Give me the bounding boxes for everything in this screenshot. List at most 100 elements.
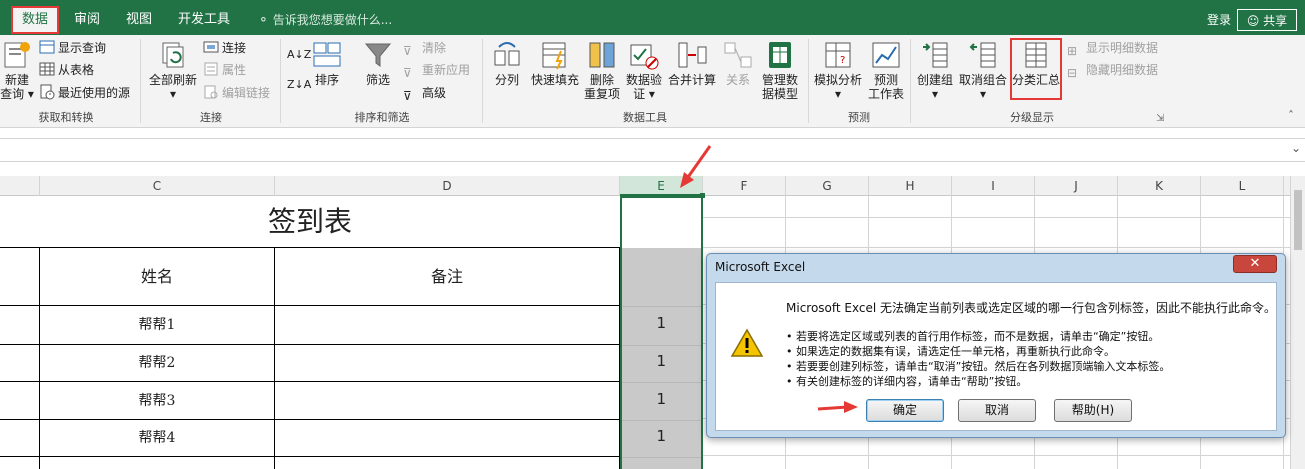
text-to-columns-button[interactable]: 分列 [490,39,524,109]
sort-za-button[interactable]: Z↓A [287,75,311,95]
filter-button[interactable]: 筛选 [360,39,396,109]
column-header-d[interactable]: D [275,176,620,196]
help-button[interactable]: 帮助(H) [1054,399,1132,422]
group-separator [910,39,911,123]
sort-icon [313,42,341,67]
tab-review[interactable]: 审阅 [66,6,108,34]
table-row-b[interactable] [0,382,40,420]
edit-links-button[interactable]: 编辑链接 [203,83,270,103]
relationships-button[interactable]: 关系 [720,39,756,109]
fill-handle[interactable] [700,193,705,198]
cell-b-header[interactable] [0,248,40,306]
login-link[interactable]: 登录 [1207,6,1231,34]
group-separator [808,39,809,123]
reapply-button[interactable]: ⊽ 重新应用 [403,60,470,80]
from-table-button[interactable]: 从表格 [39,60,94,80]
group-button[interactable]: 创建组 ▾ [914,39,956,109]
table-row-b[interactable] [0,420,40,457]
cancel-button[interactable]: 取消 [958,399,1036,422]
table-row-note[interactable] [275,420,620,457]
dialog-bullet-list: • 若要将选定区域或列表的首行用作标签，而不是数据，请单击“确定”按钮。 • 如… [786,329,1170,389]
table-row-note[interactable] [275,345,620,382]
table-row-note[interactable] [275,306,620,345]
group-label-outline: 分级显示 [1010,111,1054,124]
close-icon[interactable]: ✕ [1233,255,1277,273]
dialog-body: Microsoft Excel 无法确定当前列表或选定区域的哪一行包含列标签，因… [715,282,1277,431]
column-header-j[interactable]: J [1035,176,1118,196]
sheet-title-cell[interactable]: 签到表 [0,196,620,248]
column-header-k[interactable]: K [1118,176,1201,196]
remove-duplicates-button[interactable]: 删除 重复项 [584,39,620,109]
cell-e-value[interactable]: 1 [620,427,666,445]
text-to-columns-icon [494,42,520,66]
dialog-bullet: • 若要将选定区域或列表的首行用作标签，而不是数据，请单击“确定”按钮。 [786,330,1160,343]
group-label-connections: 连接 [200,111,222,124]
column-header-i[interactable]: I [952,176,1035,196]
subtotal-highlight-box [1010,38,1062,100]
vertical-scrollbar[interactable] [1290,176,1305,469]
table-row-name[interactable]: 帮帮3 [40,382,275,420]
ungroup-button[interactable]: 取消组合 ▾ [958,39,1008,109]
user-icon: ☺ [1246,14,1260,28]
refresh-all-button[interactable]: 全部刷新 ▾ [146,39,200,109]
sort-az-button[interactable]: A↓Z [287,45,311,65]
table-row-name[interactable]: 帮帮2 [40,345,275,382]
consolidate-button[interactable]: 合并计算 [666,39,718,109]
connections-button[interactable]: 连接 [203,38,246,58]
column-header-b[interactable] [0,176,40,196]
cell-e-value[interactable]: 1 [620,390,666,408]
dialog-launcher-icon[interactable]: ⇲ [1156,113,1164,124]
refresh-all-label: 全部刷新 [148,73,197,87]
table-row-b[interactable] [0,457,40,469]
scrollbar-thumb[interactable] [1294,190,1302,250]
ungroup-icon [969,42,996,68]
table-row-note[interactable] [275,382,620,420]
ribbon-gap [0,128,1305,138]
table-row-b[interactable] [0,345,40,382]
column-header-l[interactable]: L [1201,176,1284,196]
recent-sources-button[interactable]: 最近使用的源 [39,83,130,103]
properties-button[interactable]: 属性 [203,60,246,80]
table-row-b[interactable] [0,306,40,345]
new-query-button[interactable]: 新建 查询 ▾ [0,39,34,109]
table-row-note[interactable] [275,457,620,469]
column-header-h[interactable]: H [869,176,952,196]
share-button[interactable]: ☺ 共享 [1237,9,1297,31]
flash-fill-button[interactable]: 快速填充 [528,39,582,109]
table-row-name[interactable]: 帮帮4 [40,420,275,457]
show-detail-button[interactable]: ⊞ 显示明细数据 [1067,38,1158,58]
sort-button[interactable]: 排序 [310,39,344,109]
dialog-message: Microsoft Excel 无法确定当前列表或选定区域的哪一行包含列标签，因… [786,301,1277,315]
flash-fill-label: 快速填充 [530,73,579,87]
hide-detail-button[interactable]: ⊟ 隐藏明细数据 [1067,60,1158,80]
show-queries-button[interactable]: 显示查询 [39,38,106,58]
column-header-c[interactable]: C [40,176,275,196]
data-validation-button[interactable]: 数据验 证 ▾ [624,39,664,109]
header-name-cell[interactable]: 姓名 [40,248,275,306]
data-model-label-2: 据模型 [761,87,798,101]
warning-icon [730,328,764,357]
collapse-ribbon-icon[interactable]: ˆ [1288,109,1294,123]
tab-view[interactable]: 视图 [118,6,160,34]
text-to-columns-label: 分列 [494,73,519,87]
clear-filter-button[interactable]: ⊽ 清除 [403,38,446,58]
table-row-name[interactable]: 帮帮1 [40,306,275,345]
formula-bar[interactable]: ⌄ [0,138,1305,162]
forecast-sheet-button[interactable]: 预测 工作表 [866,39,906,109]
header-note-cell[interactable]: 备注 [275,248,620,306]
advanced-filter-button[interactable]: ⊽ 高级 [403,83,446,103]
clear-filter-icon: ⊽ [403,44,412,58]
column-header-g[interactable]: G [786,176,869,196]
cell-e-value[interactable]: 1 [620,314,666,332]
what-if-analysis-button[interactable]: ? 模拟分析 ▾ [812,39,864,109]
expand-formula-bar-icon[interactable]: ⌄ [1291,141,1301,155]
tell-me-box[interactable]: ⚬ 告诉我您想要做什么... [258,6,392,34]
table-row-name[interactable] [40,457,275,469]
tab-developer[interactable]: 开发工具 [172,6,236,34]
ok-button[interactable]: 确定 [866,399,944,422]
tab-data[interactable]: 数据 [11,6,59,34]
manage-data-model-button[interactable]: 管理数 据模型 [758,39,802,109]
red-arrow-icon [680,145,712,188]
red-arrow-icon [817,401,858,413]
cell-e-value[interactable]: 1 [620,352,666,370]
